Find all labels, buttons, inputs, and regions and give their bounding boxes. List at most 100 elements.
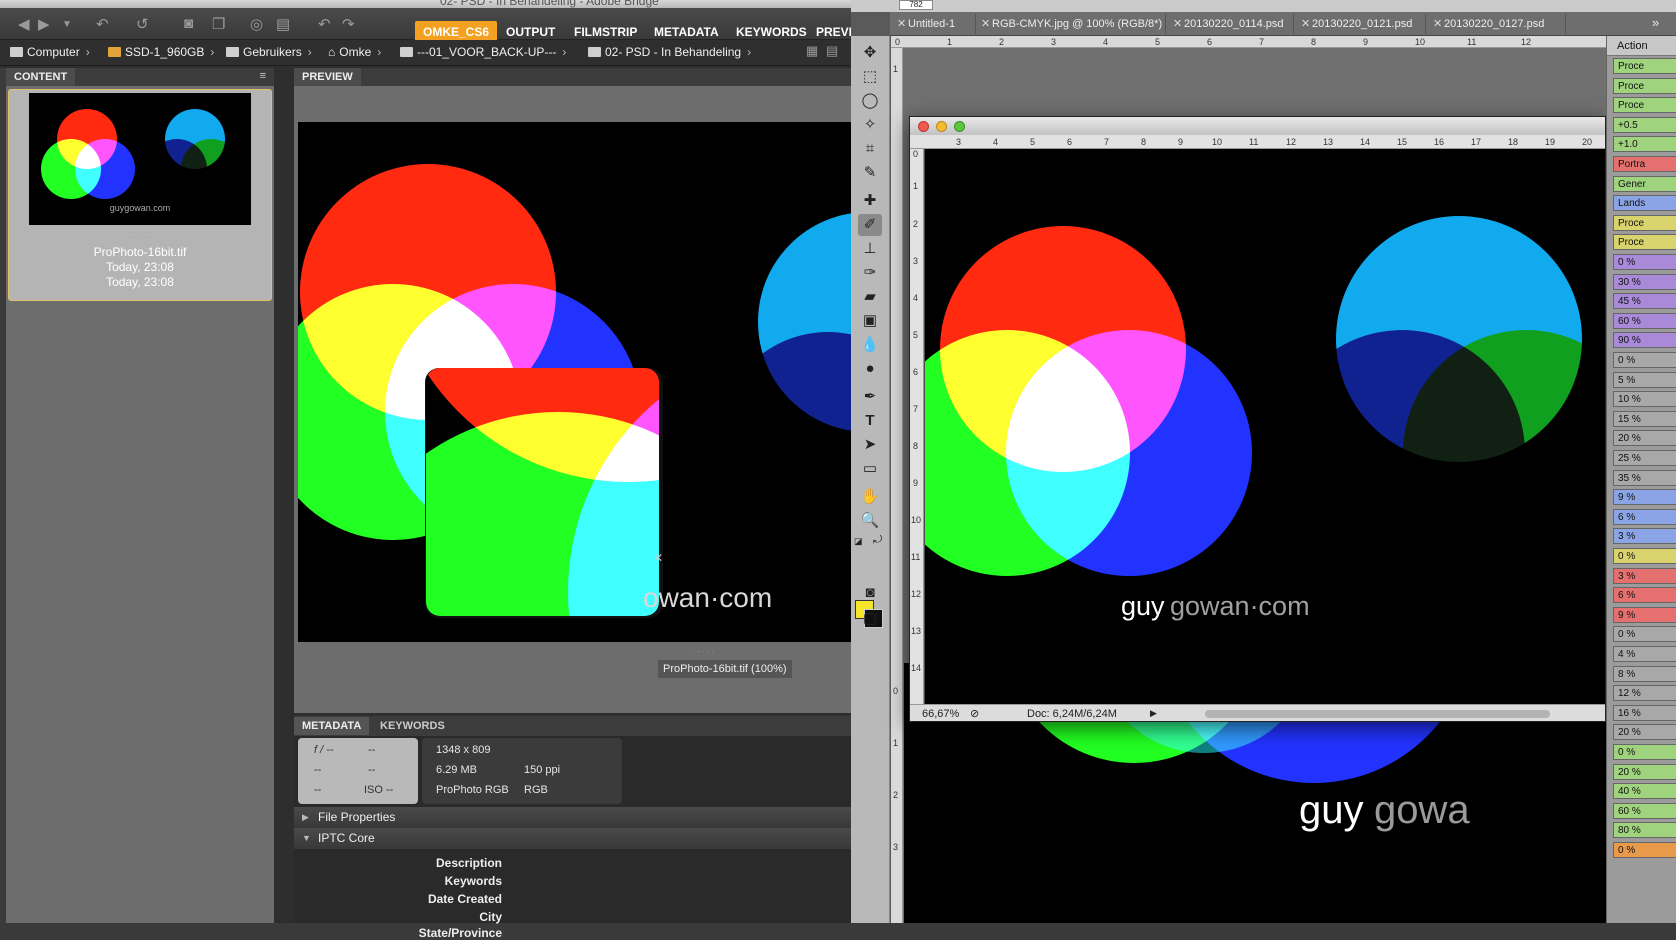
action-button[interactable]: 8 % — [1613, 665, 1676, 682]
action-button[interactable]: 20 % — [1613, 724, 1676, 741]
action-button[interactable]: 20 % — [1613, 430, 1676, 447]
back-icon[interactable]: ◀ — [18, 15, 30, 33]
breadcrumb-item-gebruikers[interactable]: Gebruikers › — [226, 45, 312, 59]
loupe-close-icon[interactable]: ✕ — [653, 551, 663, 565]
lasso-tool-icon[interactable]: ◯ — [858, 90, 882, 112]
action-button[interactable]: Gener — [1613, 175, 1676, 192]
action-button[interactable]: 16 % — [1613, 704, 1676, 721]
boomerang-icon[interactable]: ↶ — [96, 15, 109, 33]
action-button[interactable]: 6 % — [1613, 508, 1676, 525]
action-button[interactable]: 3 % — [1613, 528, 1676, 545]
swap-colors-icon[interactable]: ⤾ — [873, 534, 882, 547]
action-button[interactable]: Proce — [1613, 58, 1676, 74]
rotate-left-icon[interactable]: ↶ — [318, 15, 331, 33]
action-button[interactable]: 9 % — [1613, 489, 1676, 506]
action-button[interactable]: 35 % — [1613, 469, 1676, 486]
action-button[interactable]: Proce — [1613, 77, 1676, 94]
pen-tool-icon[interactable]: ✒ — [858, 386, 882, 408]
actions-panel-title[interactable]: Action — [1607, 36, 1676, 56]
tab-metadata[interactable]: METADATA — [294, 717, 370, 735]
clone-stamp-tool-icon[interactable]: ⊥ — [858, 238, 882, 260]
action-button[interactable]: +1.0 — [1613, 136, 1676, 153]
eyedropper-tool-icon[interactable]: ✎ — [858, 162, 882, 184]
breadcrumb-item-omke[interactable]: ⌂ Omke › — [328, 45, 381, 59]
grid-view-icon[interactable]: ▦ — [806, 43, 818, 59]
thumbnail-card[interactable]: guygowan.com · · · · · ProPhoto-16bit.ti… — [8, 89, 272, 301]
recent-dropdown-icon[interactable]: ▼ — [62, 19, 72, 30]
open-in-camera-raw-icon[interactable]: ▤ — [276, 15, 290, 33]
magic-wand-tool-icon[interactable]: ✧ — [858, 114, 882, 136]
crop-tool-icon[interactable]: ⌗ — [858, 138, 882, 160]
rotate-icon[interactable]: ↺ — [136, 15, 149, 33]
action-button[interactable]: 0 % — [1613, 254, 1676, 270]
action-button[interactable]: 5 % — [1613, 371, 1676, 388]
breadcrumb-item-computer[interactable]: Computer › — [10, 45, 90, 59]
action-button[interactable]: +0.5 — [1613, 116, 1676, 133]
tab-keywords[interactable]: KEYWORDS — [372, 717, 453, 735]
tabs-overflow-icon[interactable]: » — [1652, 15, 1659, 30]
eraser-tool-icon[interactable]: ▰ — [858, 286, 882, 308]
breadcrumb-item-psd-in-behandeling[interactable]: 02- PSD - In Behandeling › — [588, 45, 751, 59]
refine-icon[interactable]: ◎ — [250, 15, 263, 33]
path-selection-tool-icon[interactable]: ➤ — [858, 434, 882, 456]
action-button[interactable]: 25 % — [1613, 450, 1676, 466]
action-button[interactable]: 6 % — [1613, 587, 1676, 604]
close-icon[interactable]: ✕ — [1433, 14, 1442, 34]
action-button[interactable]: 0 % — [1613, 744, 1676, 760]
action-button[interactable]: Proce — [1613, 234, 1676, 251]
document-canvas[interactable]: guy gowan·com — [925, 149, 1605, 704]
action-button[interactable]: Portra — [1613, 156, 1676, 172]
blur-tool-icon[interactable]: 💧 — [858, 334, 882, 356]
doc-tab-0114[interactable]: ✕ 20130220_0114.psd — [1170, 14, 1294, 34]
action-button[interactable]: 90 % — [1613, 332, 1676, 349]
action-button[interactable]: 0 % — [1613, 842, 1676, 858]
doc-tab-untitled[interactable]: ✕ Untitled-1 — [894, 14, 976, 34]
tab-preview[interactable]: PREVIEW — [294, 68, 361, 86]
action-button[interactable]: 60 % — [1613, 312, 1676, 329]
doc-tab-rgb-cmyk[interactable]: ✕ RGB-CMYK.jpg @ 100% (RGB/8*) — [978, 14, 1166, 34]
close-icon[interactable]: ✕ — [981, 14, 990, 34]
document-window-titlebar[interactable] — [910, 117, 1605, 135]
zoom-tool-icon[interactable]: 🔍 — [858, 510, 882, 532]
action-button[interactable]: 40 % — [1613, 783, 1676, 800]
zoom-window-icon[interactable] — [954, 121, 965, 132]
quick-mask-icon[interactable]: ◙ — [858, 582, 882, 604]
section-iptc-core[interactable]: ▼ IPTC Core — [294, 828, 851, 849]
camera-icon[interactable]: ◙ — [184, 15, 193, 32]
close-icon[interactable]: ✕ — [897, 14, 906, 34]
doc-tab-0121[interactable]: ✕ 20130220_0121.psd — [1298, 14, 1426, 34]
dodge-tool-icon[interactable]: ● — [858, 358, 882, 380]
action-button[interactable]: 4 % — [1613, 646, 1676, 662]
action-button[interactable]: 3 % — [1613, 567, 1676, 584]
list-view-icon[interactable]: ▤ — [826, 43, 838, 59]
breadcrumb-item-voor-back-up[interactable]: ---01_VOOR_BACK-UP--- › — [400, 45, 566, 59]
hand-tool-icon[interactable]: ✋ — [858, 486, 882, 508]
action-button[interactable]: 30 % — [1613, 273, 1676, 290]
action-button[interactable]: 10 % — [1613, 391, 1676, 408]
tab-content[interactable]: CONTENT — [6, 68, 76, 86]
move-tool-icon[interactable]: ✥ — [858, 42, 882, 64]
type-tool-icon[interactable]: T — [858, 410, 882, 432]
status-menu-arrow-icon[interactable]: ▶ — [1150, 708, 1157, 719]
action-button[interactable]: 60 % — [1613, 802, 1676, 819]
healing-brush-tool-icon[interactable]: ✚ — [858, 190, 882, 212]
action-button[interactable]: 9 % — [1613, 606, 1676, 623]
marquee-tool-icon[interactable]: ⬚ — [858, 66, 882, 88]
preview-handle-dots[interactable]: · · · · · — [692, 647, 714, 656]
rating-dots[interactable]: · · · · · — [9, 233, 271, 242]
breadcrumb-item-ssd[interactable]: SSD-1_960GB › — [108, 45, 214, 59]
minimize-window-icon[interactable] — [936, 121, 947, 132]
preview-image[interactable]: owan·com — [298, 122, 851, 642]
horizontal-scrollbar[interactable] — [1205, 710, 1550, 718]
history-brush-tool-icon[interactable]: ✑ — [858, 262, 882, 284]
brush-size-field[interactable]: 782 — [899, 0, 933, 10]
default-colors-icon[interactable]: ◪ — [854, 536, 863, 547]
copy-icon[interactable]: ❐ — [212, 15, 225, 33]
gradient-tool-icon[interactable]: ▣ — [858, 310, 882, 332]
action-button[interactable]: Lands — [1613, 195, 1676, 212]
action-button[interactable]: 12 % — [1613, 685, 1676, 702]
zoom-level[interactable]: 66,67% — [922, 708, 959, 720]
action-button[interactable]: 0 % — [1613, 352, 1676, 368]
panel-menu-icon[interactable]: ≡ — [260, 70, 266, 82]
close-icon[interactable]: ✕ — [1173, 14, 1182, 34]
